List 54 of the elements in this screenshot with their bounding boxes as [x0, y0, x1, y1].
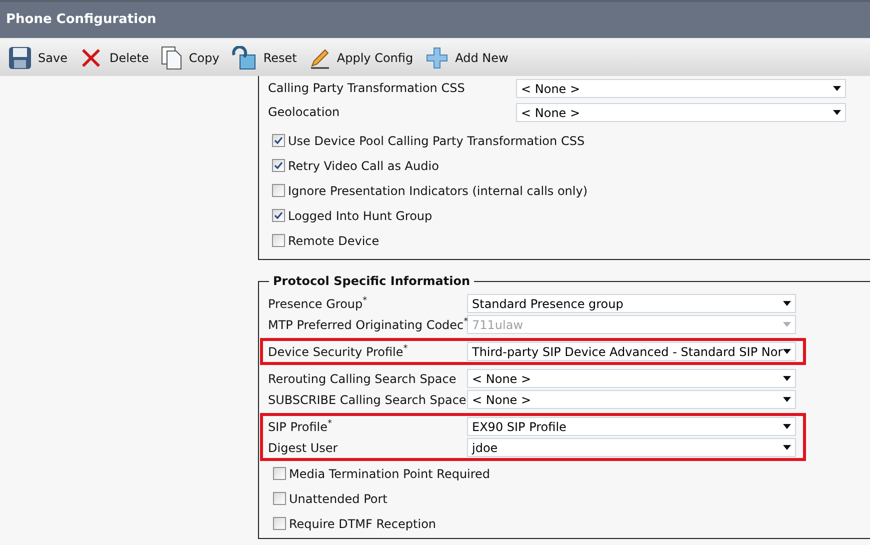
field-label: SUBSCRIBE Calling Search Space [268, 392, 467, 408]
toolbar-button[interactable]: Apply Config [308, 43, 414, 73]
toolbar-button[interactable]: Delete [79, 43, 149, 73]
dropdown[interactable]: Third-party SIP Device Advanced - Standard SIP Nor [467, 342, 796, 361]
checkbox[interactable] [272, 184, 285, 197]
dropdown-arrow-icon [783, 376, 791, 381]
dropdown[interactable]: < None > [516, 103, 846, 122]
checkbox-label: Ignore Presentation Indicators (internal calls only) [288, 182, 588, 200]
pencil-icon [308, 47, 331, 69]
checkbox-label: Retry Video Call as Audio [288, 158, 439, 174]
window-title: Phone Configuration [6, 10, 156, 28]
dropdown[interactable]: < None > [516, 79, 846, 98]
checkbox-label: Require DTMF Reception [289, 516, 436, 532]
field-label: Rerouting Calling Search Space [268, 370, 458, 388]
checkbox[interactable] [272, 234, 285, 247]
dropdown-arrow-icon [783, 424, 791, 429]
dropdown-arrow-icon [783, 397, 791, 402]
checkbox[interactable] [273, 492, 286, 505]
checkbox[interactable] [273, 467, 286, 480]
toolbar-button[interactable]: Save [8, 43, 68, 73]
dropdown-arrow-icon [783, 301, 791, 306]
checkbox-label: Use Device Pool Calling Party Transformation CSS [288, 132, 585, 150]
dropdown-arrow-icon [783, 349, 791, 354]
checkbox[interactable] [272, 134, 285, 147]
toolbar-button[interactable]: Reset [231, 43, 297, 73]
checkbox-label: Remote Device [288, 232, 380, 250]
dropdown[interactable]: EX90 SIP Profile [467, 417, 796, 436]
field-label: Device Security Profile$^{*}$ [268, 343, 409, 360]
field-label: Presence Group$^{*}$ [268, 295, 368, 312]
checkbox[interactable] [272, 159, 285, 172]
field-label: Digest User [268, 440, 339, 456]
copy-icon [160, 46, 183, 70]
section-heading: Protocol Specific Information [272, 273, 471, 290]
toolbar-button[interactable]: Add New [425, 43, 508, 73]
dropdown-arrow-icon [783, 322, 791, 327]
toolbar-button[interactable]: Copy [160, 43, 220, 73]
dropdown[interactable]: jdoe [467, 438, 796, 457]
field-label: MTP Preferred Originating Codec$^{*}$ [268, 316, 467, 334]
dropdown[interactable]: < None > [467, 390, 796, 409]
dropdown[interactable]: Standard Presence group [467, 294, 796, 313]
checkbox[interactable] [272, 209, 285, 222]
checkbox-label: Unattended Port [289, 490, 388, 508]
dropdown-arrow-icon [833, 86, 841, 91]
reset-icon [231, 46, 258, 70]
checkbox-label: Logged Into Hunt Group [288, 208, 432, 224]
field-label: Calling Party Transformation CSS [268, 80, 466, 97]
field-label: Geolocation [268, 104, 341, 121]
dropdown-arrow-icon [783, 445, 791, 450]
plus-icon [425, 46, 450, 70]
checkbox[interactable] [273, 517, 286, 530]
checkbox-label: Media Termination Point Required [289, 466, 490, 482]
field-label: SIP Profile$^{*}$ [268, 418, 334, 436]
dropdown[interactable]: < None > [467, 369, 796, 388]
dropdown-arrow-icon [833, 110, 841, 115]
